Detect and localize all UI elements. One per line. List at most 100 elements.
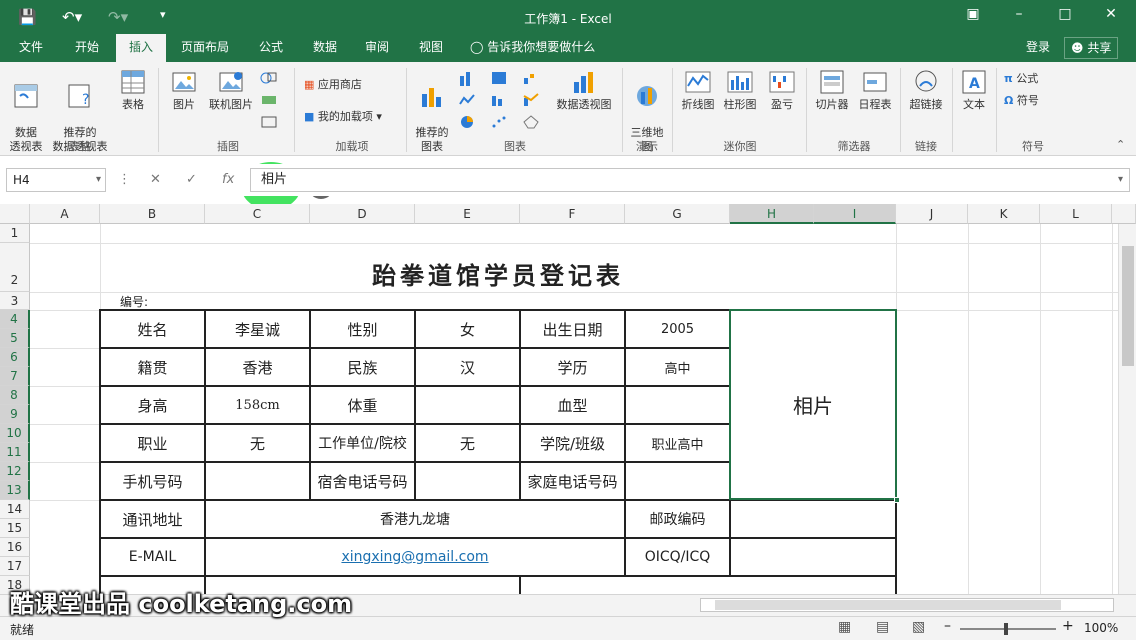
online-picture-button[interactable]: 联机图片 — [204, 68, 258, 112]
cell-label[interactable]: OICQ/ICQ — [625, 538, 730, 576]
pivot-chart-button[interactable]: 数据透视图 — [552, 68, 616, 112]
row-header[interactable]: 13 — [0, 481, 30, 500]
cell-value[interactable] — [625, 462, 730, 500]
cell-value[interactable] — [415, 386, 520, 424]
column-header[interactable]: H — [730, 204, 814, 224]
text-button[interactable]: A 文本 — [956, 68, 992, 112]
cell-value[interactable]: 女 — [415, 310, 520, 348]
row-header[interactable]: 10 — [0, 424, 30, 443]
zoom-in-icon[interactable]: + — [1062, 618, 1074, 634]
cell-label[interactable]: 学历 — [520, 348, 625, 386]
cell-label[interactable]: 家庭电话号码 — [520, 462, 625, 500]
cell-value[interactable] — [205, 462, 310, 500]
cell-value[interactable]: 2005 — [625, 310, 730, 348]
select-all-corner[interactable] — [0, 204, 30, 224]
row-header[interactable]: 9 — [0, 405, 30, 424]
sparkline-line-button[interactable]: 折线图 — [678, 68, 718, 112]
collapse-ribbon-icon[interactable]: ⌃ — [1116, 138, 1125, 151]
tab-data[interactable]: 数据 — [300, 34, 350, 62]
scroll-thumb[interactable] — [715, 600, 1061, 610]
cell-label[interactable]: 出生日期 — [520, 310, 625, 348]
cell-value[interactable]: 李星诚 — [205, 310, 310, 348]
symbol-button[interactable]: Ω 符号 — [1004, 92, 1039, 108]
cell-value[interactable]: 158cm — [205, 386, 310, 424]
cell-label[interactable]: 通讯地址 — [100, 500, 205, 538]
cell-label[interactable]: 邮政编码 — [625, 500, 730, 538]
row-header[interactable]: 12 — [0, 462, 30, 481]
cell-value[interactable]: 高中 — [625, 348, 730, 386]
page-layout-icon[interactable]: ▤ — [876, 619, 889, 635]
cell-label[interactable]: 性别 — [310, 310, 415, 348]
row-header[interactable]: 7 — [0, 367, 30, 386]
tab-formulas[interactable]: 公式 — [246, 34, 296, 62]
chevron-down-icon[interactable]: ▾ — [96, 169, 101, 191]
column-header[interactable]: G — [625, 204, 730, 224]
app-store-button[interactable]: ▦ 应用商店 — [304, 76, 362, 92]
waterfall-chart-icon[interactable] — [522, 70, 540, 86]
cell-value[interactable]: 无 — [415, 424, 520, 462]
tab-review[interactable]: 审阅 — [352, 34, 402, 62]
column-header[interactable]: A — [30, 204, 100, 224]
cell-label[interactable]: 身高 — [100, 386, 205, 424]
column-header[interactable]: L — [1040, 204, 1112, 224]
cell-label[interactable]: 籍贯 — [100, 348, 205, 386]
insert-function-icon[interactable]: fx — [222, 172, 234, 187]
column-header[interactable]: K — [968, 204, 1040, 224]
tab-view[interactable]: 视图 — [406, 34, 456, 62]
name-box[interactable]: H4 ▾ — [6, 168, 106, 192]
vertical-scrollbar[interactable] — [1118, 224, 1136, 594]
sparkline-winloss-button[interactable]: 盈亏 — [762, 68, 802, 112]
screenshot-icon[interactable] — [260, 114, 278, 130]
tab-file[interactable]: 文件 — [6, 34, 56, 62]
tell-me-box[interactable]: ◯ 告诉我你想要做什么 — [470, 34, 595, 62]
row-header[interactable]: 14 — [0, 500, 30, 519]
equation-button[interactable]: π 公式 — [1004, 70, 1038, 86]
share-button[interactable]: ☻ 共享 — [1064, 37, 1119, 59]
cell-value[interactable] — [625, 386, 730, 424]
table-button[interactable]: 表格 — [114, 68, 152, 112]
row-header[interactable]: 15 — [0, 519, 30, 538]
zoom-slider[interactable] — [960, 623, 1056, 635]
zoom-slider-handle[interactable] — [1004, 623, 1008, 635]
row-header[interactable]: 6 — [0, 348, 30, 367]
column-header[interactable]: C — [205, 204, 310, 224]
cell-value[interactable]: 香港九龙塘 — [205, 500, 625, 538]
column-header[interactable]: D — [310, 204, 415, 224]
zoom-out-icon[interactable]: – — [944, 618, 951, 634]
row-header[interactable]: 1 — [0, 224, 30, 243]
formula-input[interactable]: 相片 ▾ — [250, 168, 1130, 192]
row-header[interactable]: 3 — [0, 292, 30, 310]
line-chart-icon[interactable] — [458, 92, 476, 108]
cell-label[interactable]: 血型 — [520, 386, 625, 424]
column-header[interactable]: B — [100, 204, 205, 224]
column-header[interactable]: F — [520, 204, 625, 224]
hyperlink-button[interactable]: 超链接 — [904, 68, 948, 112]
cell-label[interactable]: 工作单位/院校 — [310, 424, 415, 462]
cell-label[interactable]: 民族 — [310, 348, 415, 386]
column-chart-icon[interactable] — [458, 70, 476, 86]
smartart-icon[interactable] — [260, 92, 278, 108]
pie-chart-icon[interactable] — [458, 114, 476, 130]
expand-formula-icon[interactable]: ▾ — [1118, 169, 1123, 191]
my-addins-button[interactable]: ■ 我的加载项 ▾ — [304, 108, 382, 124]
cell-label[interactable]: 学院/班级 — [520, 424, 625, 462]
close-icon[interactable]: ✕ — [1098, 6, 1124, 22]
shapes-icon[interactable] — [260, 70, 278, 86]
email-link[interactable]: xingxing@gmail.com — [205, 538, 625, 576]
normal-view-icon[interactable]: ▦ — [838, 619, 851, 635]
sparkline-column-button[interactable]: 柱形图 — [720, 68, 760, 112]
page-break-icon[interactable]: ▧ — [912, 619, 925, 635]
hierarchy-chart-icon[interactable] — [490, 70, 508, 86]
ribbon-display-icon[interactable]: ▣ — [960, 6, 986, 22]
tab-insert[interactable]: 插入 — [116, 34, 166, 62]
tab-home[interactable]: 开始 — [62, 34, 112, 62]
cancel-icon[interactable]: ✕ — [150, 172, 161, 187]
scatter-chart-icon[interactable] — [490, 114, 508, 130]
cell-value[interactable]: 职业高中 — [625, 424, 730, 462]
login-link[interactable]: 登录 — [1026, 34, 1050, 62]
cell-label[interactable]: E-MAIL — [100, 538, 205, 576]
horizontal-scrollbar[interactable] — [700, 598, 1114, 612]
row-header[interactable]: 5 — [0, 329, 30, 348]
zoom-level[interactable]: 100% — [1084, 621, 1118, 635]
radar-chart-icon[interactable] — [522, 114, 540, 130]
